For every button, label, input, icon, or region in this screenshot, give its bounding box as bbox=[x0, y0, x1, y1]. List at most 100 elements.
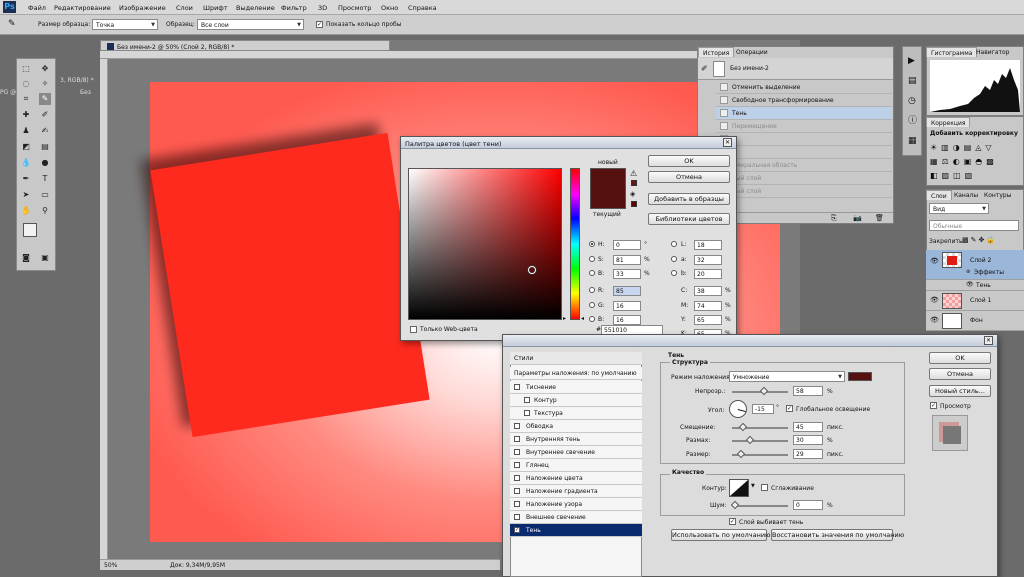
input-m[interactable]: 74 bbox=[694, 301, 722, 311]
radio-L[interactable] bbox=[671, 241, 677, 247]
radio-b[interactable] bbox=[589, 270, 595, 276]
play-icon[interactable]: ▶ bbox=[908, 57, 915, 66]
lock-icons[interactable]: ▩✎✥🔒 bbox=[962, 237, 997, 244]
path-select-icon[interactable]: ➤ bbox=[20, 189, 32, 201]
style-checkbox[interactable] bbox=[514, 384, 520, 390]
layer-row-1[interactable]: 👁 Слой 1 bbox=[926, 291, 1024, 311]
dodge-icon[interactable]: ● bbox=[39, 157, 51, 169]
history-item[interactable]: имеральная область bbox=[716, 159, 892, 172]
layer-row-2[interactable]: 👁 Слой 2 ⊛ Эффекты bbox=[926, 250, 1024, 280]
quick-mask-icon[interactable]: ◙ bbox=[20, 252, 32, 264]
color-field-cursor[interactable] bbox=[528, 266, 536, 274]
preview-checkbox[interactable]: ✓ bbox=[930, 402, 937, 409]
blend-defaults-item[interactable]: Параметры наложения: по умолчанию bbox=[510, 367, 642, 380]
eyedropper-icon[interactable]: ✎ bbox=[39, 93, 51, 105]
contour-picker[interactable] bbox=[729, 479, 749, 497]
eye-icon[interactable]: 👁 bbox=[930, 258, 939, 265]
show-ring-checkbox[interactable]: ✓ bbox=[316, 21, 323, 28]
spread-slider[interactable] bbox=[732, 435, 788, 445]
layer-name[interactable]: Фон bbox=[970, 318, 983, 324]
input-y[interactable]: 65 bbox=[694, 315, 722, 325]
make-default-button[interactable]: Использовать по умолчанию bbox=[671, 529, 771, 541]
move-icon[interactable]: ✥ bbox=[39, 63, 51, 75]
history-item[interactable]: Отменить выделение bbox=[716, 81, 892, 94]
history-brush-icon[interactable]: ✍ bbox=[39, 125, 51, 137]
close-icon[interactable]: ✕ bbox=[984, 336, 993, 345]
hue-slider-handle-left[interactable]: ▸ bbox=[563, 316, 566, 322]
style-checkbox[interactable] bbox=[524, 397, 530, 403]
tab-corrections[interactable]: Коррекция bbox=[926, 117, 971, 127]
tab-histogram[interactable]: Гистограмма bbox=[926, 47, 978, 57]
menu-window[interactable]: Окно bbox=[381, 4, 398, 12]
adjustment-icons-row1[interactable]: ☀▥◑▤◬▽ bbox=[930, 144, 996, 152]
blend-mode-select[interactable]: Обычные bbox=[929, 220, 1019, 231]
noise-slider[interactable] bbox=[730, 500, 788, 510]
radio-bl[interactable] bbox=[589, 316, 595, 322]
effect-row-shadow[interactable]: 👁 Тень bbox=[926, 280, 1024, 291]
stamp-icon[interactable]: ♟ bbox=[20, 125, 32, 137]
global-light-checkbox[interactable]: ✓ bbox=[786, 405, 793, 412]
menu-file[interactable]: Файл bbox=[28, 4, 46, 12]
menu-type[interactable]: Шрифт bbox=[203, 4, 228, 12]
history-snapshot[interactable]: ✐ Без имени-2 bbox=[698, 58, 893, 80]
style-checkbox[interactable] bbox=[524, 410, 530, 416]
style-item[interactable]: Внешнее свечение bbox=[510, 511, 642, 524]
screen-mode-icon[interactable]: ▣ bbox=[39, 252, 51, 264]
color-cancel-button[interactable]: Отмена bbox=[648, 171, 730, 183]
style-cancel-button[interactable]: Отмена bbox=[929, 368, 991, 380]
shadow-blend-select[interactable]: Умножение ▼ bbox=[729, 371, 845, 382]
menu-help[interactable]: Справка bbox=[408, 4, 437, 12]
input-b[interactable]: 20 bbox=[694, 269, 722, 279]
style-checkbox[interactable] bbox=[514, 501, 520, 507]
tab-actions[interactable]: Операции bbox=[732, 47, 772, 57]
input-r[interactable]: 85 bbox=[613, 286, 641, 296]
style-item[interactable]: Внутренняя тень bbox=[510, 433, 642, 446]
angle-dial[interactable] bbox=[729, 400, 747, 418]
menu-view[interactable]: Просмотр bbox=[338, 4, 371, 12]
pen-icon[interactable]: ✒ bbox=[20, 173, 32, 185]
tab-channels[interactable]: Каналы bbox=[950, 190, 982, 200]
history-item[interactable]: ный слой bbox=[716, 172, 892, 185]
input-a[interactable]: 32 bbox=[694, 255, 722, 265]
adjustment-icons-row3[interactable]: ◧▨◫▧ bbox=[930, 172, 976, 180]
camera-icon[interactable]: 📷 bbox=[853, 215, 862, 222]
angle-input[interactable]: -15 bbox=[752, 404, 774, 414]
input-h[interactable]: 0 bbox=[613, 240, 641, 250]
style-item[interactable]: Обводка bbox=[510, 420, 642, 433]
sample-size-select[interactable]: Точка ▼ bbox=[92, 19, 158, 30]
blur-icon[interactable]: 💧 bbox=[20, 157, 32, 169]
style-ok-button[interactable]: OK bbox=[929, 352, 991, 364]
radio-h[interactable] bbox=[589, 241, 595, 247]
marquee-icon[interactable]: ⬚ bbox=[20, 63, 32, 75]
input-b[interactable]: 33 bbox=[613, 269, 641, 279]
antialias-checkbox[interactable] bbox=[761, 484, 768, 491]
current-color-swatch[interactable] bbox=[590, 189, 626, 209]
history-item[interactable]: Свободное трансформирование bbox=[716, 94, 892, 107]
add-to-swatches-button[interactable]: Добавить в образцы bbox=[648, 193, 730, 205]
style-item[interactable]: Внутреннее свечение bbox=[510, 446, 642, 459]
color-libraries-button[interactable]: Библиотеки цветов bbox=[648, 213, 730, 225]
doc-tab-behind-2[interactable]: Без bbox=[80, 90, 91, 96]
sample-select[interactable]: Все слои ▼ bbox=[197, 19, 304, 30]
menu-layers[interactable]: Слои bbox=[176, 4, 193, 12]
eyedropper-icon[interactable]: ✎ bbox=[8, 20, 16, 29]
style-item[interactable]: Наложение градиента bbox=[510, 485, 642, 498]
style-checkbox[interactable] bbox=[514, 514, 520, 520]
clock-icon[interactable]: ◷ bbox=[908, 97, 916, 106]
style-item[interactable]: ✓ Тень bbox=[510, 524, 642, 537]
size-slider[interactable] bbox=[732, 449, 788, 459]
adjustment-icons-row2[interactable]: ▦⚖◐▣◓▩ bbox=[930, 158, 998, 166]
history-icon[interactable]: ▤ bbox=[908, 77, 917, 86]
web-swatch[interactable] bbox=[631, 201, 637, 207]
document-tab[interactable]: Без имени-2 @ 50% (Слой 2, RGB/8) * bbox=[100, 40, 390, 51]
tab-history[interactable]: История bbox=[698, 47, 735, 57]
new-document-icon[interactable]: ⎘ bbox=[831, 215, 837, 222]
rectangle-icon[interactable]: ▭ bbox=[39, 189, 51, 201]
crop-icon[interactable]: ⌗ bbox=[20, 93, 32, 105]
noise-input[interactable]: 0 bbox=[793, 500, 823, 510]
chevron-down-icon[interactable]: ▼ bbox=[751, 484, 755, 489]
shadow-color-swatch[interactable] bbox=[848, 372, 872, 381]
radio-g[interactable] bbox=[589, 302, 595, 308]
distance-input[interactable]: 45 bbox=[793, 422, 823, 432]
menu-edit[interactable]: Редактирование bbox=[54, 4, 111, 12]
